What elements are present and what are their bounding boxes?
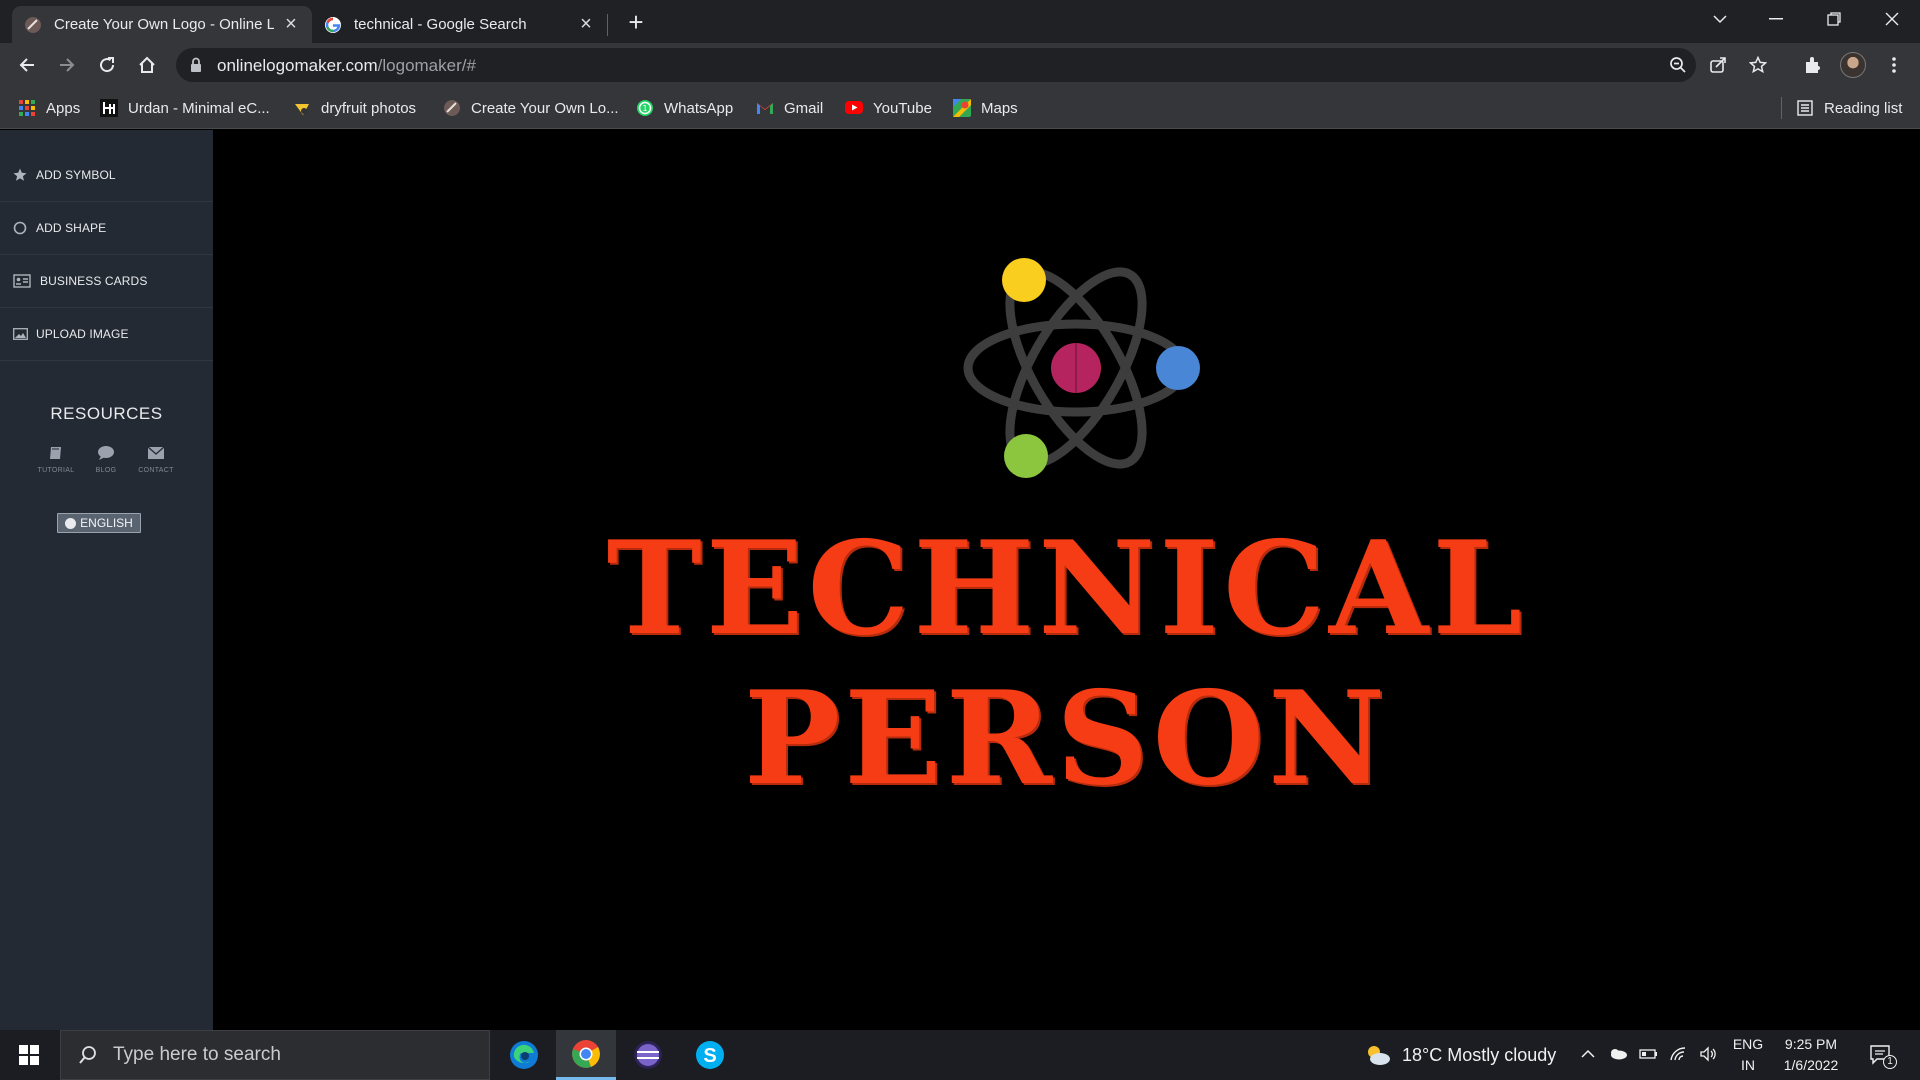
tab-logomaker[interactable]: Create Your Own Logo - Online L × bbox=[12, 6, 312, 43]
image-icon bbox=[12, 326, 28, 342]
search-icon bbox=[77, 1044, 99, 1066]
input-language-top[interactable]: ENG bbox=[1730, 1036, 1766, 1052]
tab-title: technical - Google Search bbox=[354, 16, 527, 33]
bookmark-whatsapp[interactable]: 1 WhatsApp bbox=[636, 98, 733, 118]
tab-separator bbox=[607, 14, 608, 36]
resource-tutorial[interactable]: TUTORIAL bbox=[31, 442, 81, 474]
editor-sidebar: ADD SYMBOL ADD SHAPE BUSINESS CARDS UPLO… bbox=[0, 130, 213, 1030]
book-icon bbox=[31, 442, 81, 464]
sidebar-item-add-shape[interactable]: ADD SHAPE bbox=[0, 202, 213, 255]
tab-search-icon[interactable] bbox=[1692, 0, 1748, 38]
resources-heading: RESOURCES bbox=[50, 404, 163, 423]
forward-icon[interactable] bbox=[51, 49, 83, 81]
address-bar[interactable]: onlinelogomaker.com/logomaker/# bbox=[176, 48, 1767, 82]
sidebar-item-business-cards[interactable]: BUSINESS CARDS bbox=[0, 255, 213, 308]
browser-toolbar: onlinelogomaker.com/logomaker/# bbox=[0, 43, 1920, 87]
language-button[interactable]: ENGLISH bbox=[57, 513, 141, 533]
profile-avatar[interactable] bbox=[1840, 52, 1866, 78]
bookmark-logomaker[interactable]: Create Your Own Lo... bbox=[443, 98, 619, 118]
svg-text:S: S bbox=[703, 1045, 716, 1067]
taskbar-search-box[interactable]: Type here to search bbox=[60, 1030, 490, 1080]
edge-icon[interactable] bbox=[494, 1030, 554, 1080]
logo-canvas[interactable]: TECHNICAL PERSON bbox=[213, 130, 1920, 1030]
google-favicon bbox=[325, 16, 341, 33]
lock-icon[interactable] bbox=[190, 57, 202, 73]
tab-title: Create Your Own Logo - Online L bbox=[54, 16, 274, 33]
resource-blog[interactable]: BLOG bbox=[81, 442, 131, 474]
restore-icon[interactable] bbox=[1806, 0, 1862, 38]
clock-time[interactable]: 9:25 PM bbox=[1776, 1036, 1846, 1052]
eclipse-icon[interactable] bbox=[618, 1030, 678, 1080]
windows-start-icon[interactable] bbox=[0, 1030, 58, 1080]
bookmark-youtube[interactable]: YouTube bbox=[845, 98, 932, 118]
windows-taskbar: Type here to search S 18°C Mostly cloudy… bbox=[0, 1030, 1920, 1080]
new-tab-icon[interactable]: + bbox=[622, 7, 650, 37]
close-tab-icon[interactable]: × bbox=[577, 13, 595, 35]
zoom-icon[interactable] bbox=[1668, 55, 1688, 75]
menu-kebab-icon[interactable] bbox=[1882, 53, 1906, 77]
extensions-icon[interactable] bbox=[1800, 53, 1824, 77]
share-icon[interactable] bbox=[1708, 55, 1728, 75]
business-card-icon bbox=[12, 273, 32, 289]
bookmark-apps[interactable]: Apps bbox=[18, 98, 80, 118]
bookmark-urdan[interactable]: Urdan - Minimal eC... bbox=[100, 98, 270, 118]
whatsapp-icon: 1 bbox=[636, 99, 654, 117]
apps-grid-icon bbox=[18, 99, 36, 117]
urdan-icon bbox=[100, 99, 118, 117]
chat-bubble-icon bbox=[81, 442, 131, 464]
logomaker-favicon bbox=[25, 16, 41, 33]
gmail-icon bbox=[756, 99, 774, 117]
weather-cloud-icon[interactable] bbox=[1364, 1042, 1392, 1068]
logo-text-line-2[interactable]: PERSON bbox=[213, 675, 1920, 803]
back-icon[interactable] bbox=[11, 49, 43, 81]
resource-contact[interactable]: CONTACT bbox=[131, 442, 181, 474]
tab-google-search[interactable]: technical - Google Search × bbox=[312, 6, 607, 43]
sidebar-item-add-symbol[interactable]: ADD SYMBOL bbox=[0, 149, 213, 202]
onedrive-icon[interactable] bbox=[1608, 1044, 1628, 1064]
weather-text[interactable]: 18°C Mostly cloudy bbox=[1402, 1045, 1556, 1066]
url-text[interactable]: onlinelogomaker.com/logomaker/# bbox=[217, 56, 476, 76]
skype-icon[interactable]: S bbox=[680, 1030, 740, 1080]
close-tab-icon[interactable]: × bbox=[282, 13, 300, 35]
clock-date[interactable]: 1/6/2022 bbox=[1776, 1057, 1846, 1073]
volume-icon[interactable] bbox=[1699, 1044, 1719, 1064]
minimize-icon[interactable] bbox=[1748, 0, 1804, 38]
svg-text:1: 1 bbox=[642, 104, 647, 113]
atom-logo-icon[interactable] bbox=[213, 130, 1920, 530]
battery-icon[interactable] bbox=[1638, 1044, 1658, 1064]
chrome-icon[interactable] bbox=[556, 1030, 616, 1080]
tab-strip: Create Your Own Logo - Online L × techni… bbox=[0, 0, 1920, 43]
notification-count-badge: 1 bbox=[1883, 1055, 1897, 1069]
envelope-icon bbox=[131, 442, 181, 464]
bookmarks-bar: Apps Urdan - Minimal eC... dryfruit phot… bbox=[0, 87, 1920, 129]
home-icon[interactable] bbox=[131, 49, 163, 81]
globe-icon bbox=[65, 517, 77, 529]
page-content: ADD SYMBOL ADD SHAPE BUSINESS CARDS UPLO… bbox=[0, 130, 1920, 1030]
wifi-icon[interactable] bbox=[1669, 1044, 1689, 1064]
logo-text-line-1[interactable]: TECHNICAL bbox=[213, 525, 1920, 653]
bookmark-gmail[interactable]: Gmail bbox=[756, 98, 823, 118]
dryfruit-icon bbox=[293, 99, 311, 117]
sidebar-item-upload-image[interactable]: UPLOAD IMAGE bbox=[0, 308, 213, 361]
circle-icon bbox=[12, 220, 28, 236]
chevron-up-icon[interactable] bbox=[1578, 1044, 1598, 1064]
input-language-bottom[interactable]: IN bbox=[1730, 1057, 1766, 1073]
bookmarks-separator bbox=[1781, 97, 1782, 119]
reading-list-button[interactable]: Reading list bbox=[1796, 98, 1902, 118]
reload-icon[interactable] bbox=[91, 49, 123, 81]
bookmark-dryfruit[interactable]: dryfruit photos bbox=[293, 98, 416, 118]
logomaker-favicon bbox=[443, 99, 461, 117]
maps-icon bbox=[953, 99, 971, 117]
bookmark-star-icon[interactable] bbox=[1748, 55, 1768, 75]
youtube-icon bbox=[845, 99, 863, 117]
bookmark-maps[interactable]: Maps bbox=[953, 98, 1018, 118]
star-icon bbox=[12, 167, 28, 183]
reading-list-icon bbox=[1796, 99, 1814, 117]
close-window-icon[interactable] bbox=[1864, 0, 1920, 38]
